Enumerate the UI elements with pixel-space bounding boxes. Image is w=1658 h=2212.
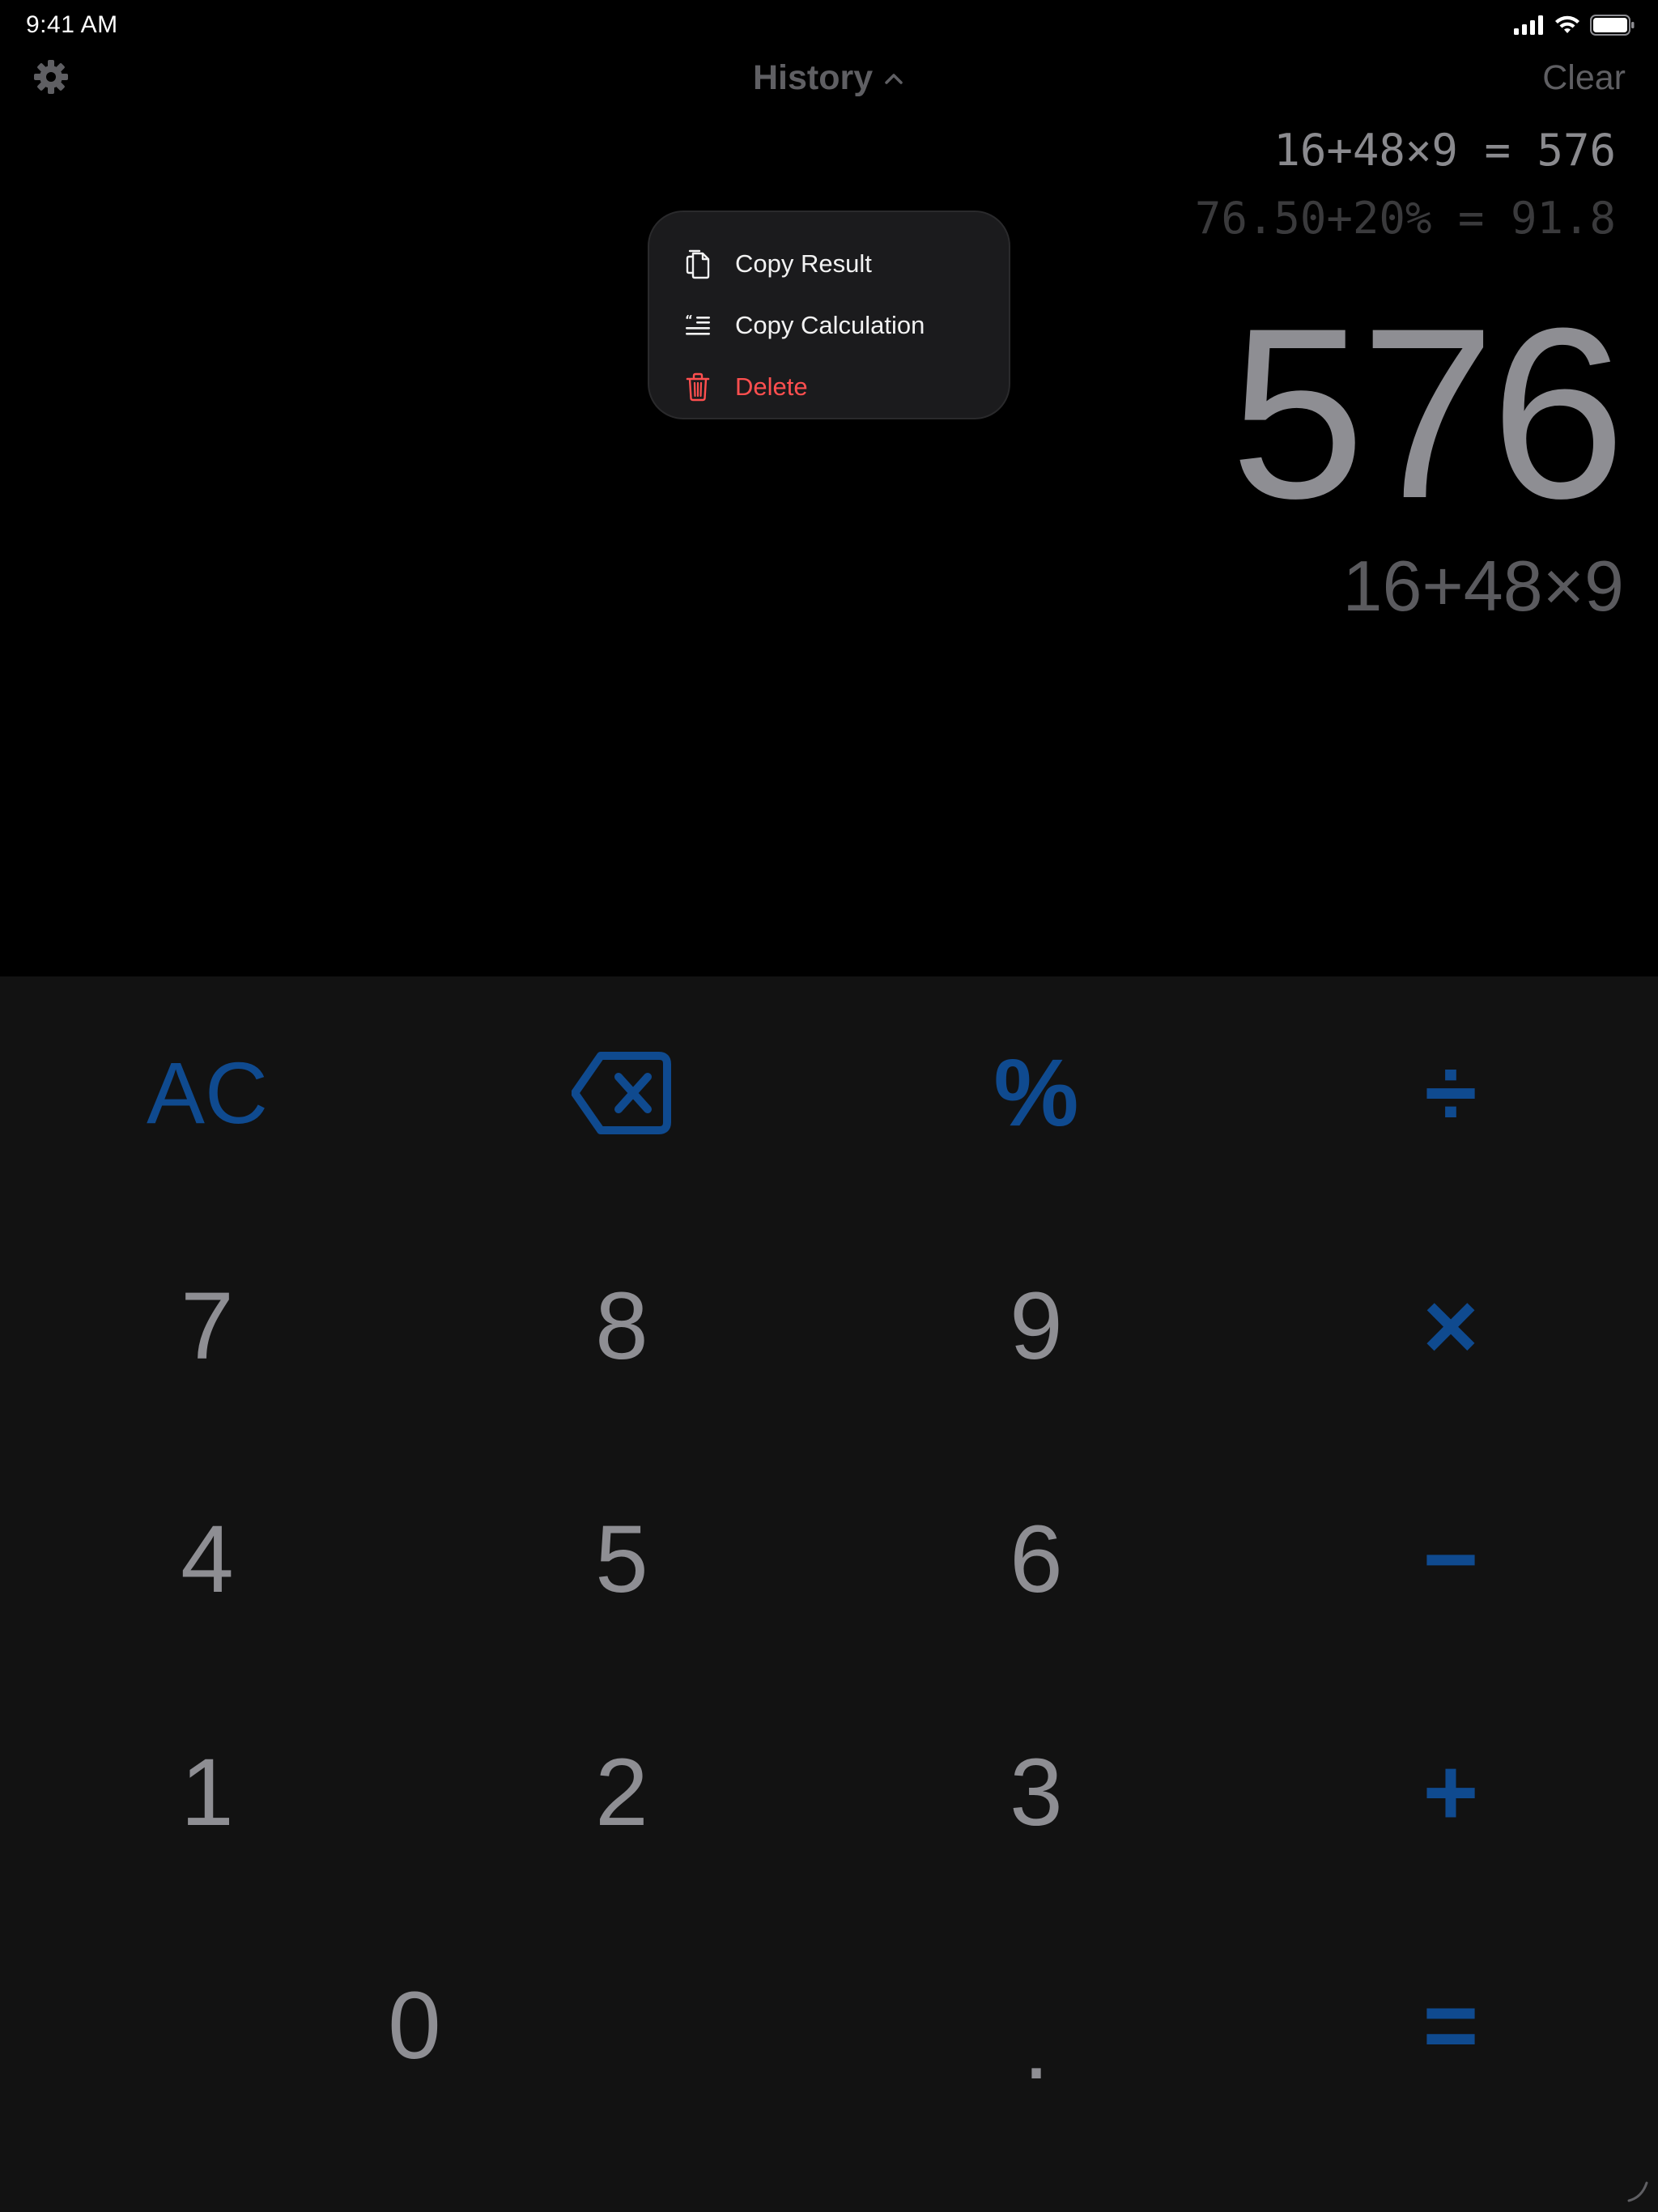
menu-item-copy-calculation[interactable]: “ Copy Calculation: [649, 295, 1009, 356]
copy-calculation-icon: “: [683, 309, 712, 342]
history-button[interactable]: History: [753, 58, 903, 98]
digit-1-button[interactable]: 1: [0, 1676, 414, 1909]
menu-item-label: Copy Calculation: [735, 311, 925, 339]
divide-button[interactable]: ÷: [1244, 976, 1658, 1210]
keypad: AC % ÷ 7 8 9 × 4 5 6 − 1 2 3 + 0 . =: [0, 976, 1658, 2212]
digit-3-button[interactable]: 3: [829, 1676, 1244, 1909]
svg-text:“: “: [685, 313, 693, 327]
menu-item-copy-result[interactable]: Copy Result: [649, 233, 1009, 295]
history-entry[interactable]: 16+48×9 = 576: [1273, 125, 1616, 176]
multiply-button[interactable]: ×: [1244, 1210, 1658, 1443]
history-entry[interactable]: 76.50+20% = 91.8: [1195, 193, 1616, 244]
equals-button[interactable]: =: [1244, 1909, 1658, 2142]
copy-icon: [683, 248, 712, 280]
context-menu: Copy Result “ Copy Calculation Delete: [648, 211, 1010, 419]
digit-8-button[interactable]: 8: [414, 1210, 829, 1443]
battery-icon: [1590, 15, 1635, 36]
cellular-signal-icon: [1514, 15, 1543, 35]
digit-7-button[interactable]: 7: [0, 1210, 414, 1443]
result-display[interactable]: 576: [1230, 291, 1626, 534]
status-time: 9:41 AM: [26, 11, 118, 38]
all-clear-button[interactable]: AC: [0, 976, 414, 1210]
digit-5-button[interactable]: 5: [414, 1443, 829, 1676]
wifi-icon: [1555, 15, 1579, 33]
digit-6-button[interactable]: 6: [829, 1443, 1244, 1676]
digit-4-button[interactable]: 4: [0, 1443, 414, 1676]
menu-item-label: Delete: [735, 372, 808, 401]
menu-item-delete[interactable]: Delete: [649, 356, 1009, 418]
digit-9-button[interactable]: 9: [829, 1210, 1244, 1443]
expression-display[interactable]: 16+48×9: [1343, 551, 1625, 622]
minus-button[interactable]: −: [1244, 1443, 1658, 1676]
menu-item-label: Copy Result: [735, 249, 872, 278]
history-label: History: [753, 58, 874, 97]
backspace-button[interactable]: [414, 976, 829, 1210]
chevron-up-icon: [885, 73, 903, 84]
status-icons: [1514, 15, 1635, 36]
percent-button[interactable]: %: [829, 976, 1244, 1210]
backspace-icon: [572, 1052, 671, 1134]
trash-icon: [683, 371, 712, 403]
calculator-screen: 9:41 AM History Clear 16+48×9 = 576 76.5…: [0, 0, 1658, 2212]
plus-button[interactable]: +: [1244, 1676, 1658, 1909]
digit-2-button[interactable]: 2: [414, 1676, 829, 1909]
settings-gear-icon[interactable]: [32, 58, 70, 96]
digit-0-button[interactable]: 0: [0, 1909, 829, 2142]
clear-history-button[interactable]: Clear: [1542, 58, 1626, 98]
resize-grip-icon[interactable]: [1626, 2178, 1650, 2202]
decimal-button[interactable]: .: [829, 1909, 1244, 2142]
